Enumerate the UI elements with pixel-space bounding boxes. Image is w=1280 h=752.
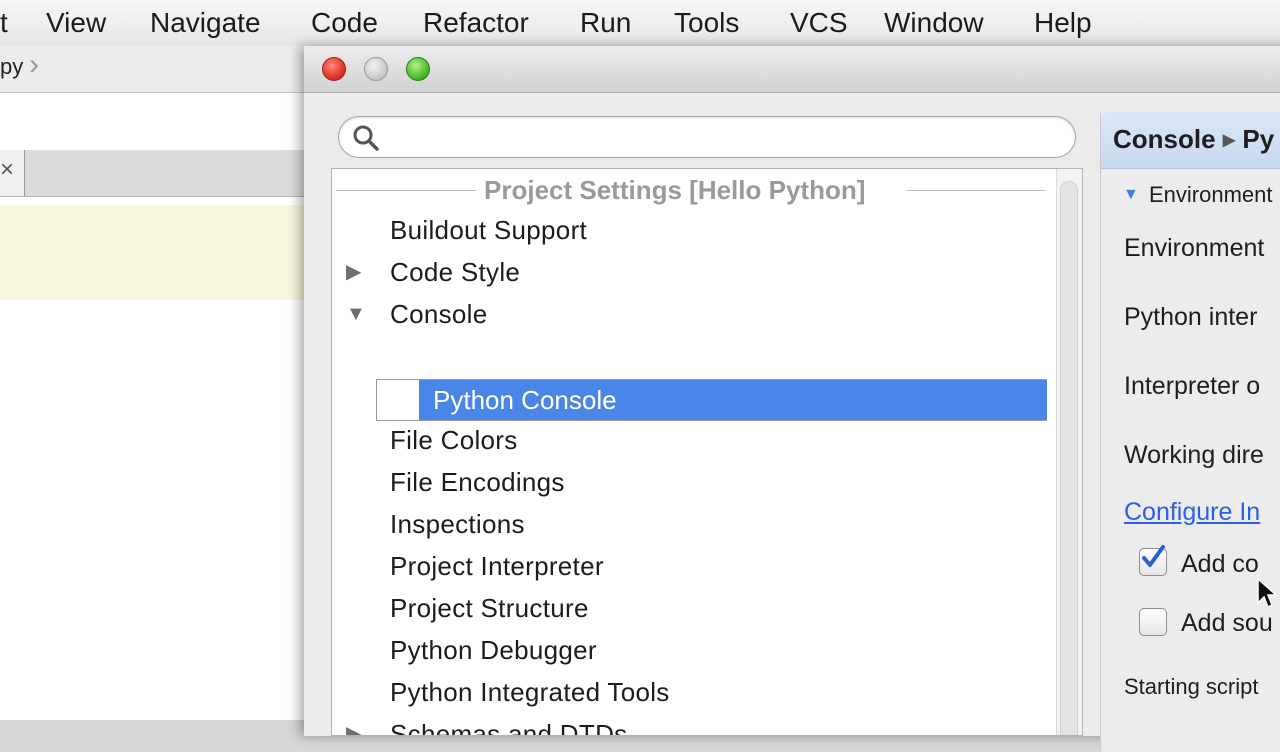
editor-tab[interactable]: × bbox=[0, 150, 25, 196]
menu-tools[interactable]: Tools bbox=[674, 0, 739, 46]
tree-item-buildout-support[interactable]: Buildout Support bbox=[390, 209, 587, 251]
add-content-roots-checkbox[interactable] bbox=[1139, 545, 1167, 576]
menu-bar: t View Navigate Code Refactor Run Tools … bbox=[0, 0, 1280, 47]
tree-group-header: Project Settings [Hello Python] bbox=[332, 175, 1048, 206]
tree-item-project-interpreter[interactable]: Project Interpreter bbox=[390, 545, 604, 587]
collapse-arrow-icon[interactable]: ▼ bbox=[346, 293, 366, 335]
tree-header-label: Project Settings [Hello Python] bbox=[478, 175, 872, 206]
menu-view[interactable]: View bbox=[46, 0, 106, 46]
starting-script-label: Starting script bbox=[1124, 674, 1259, 699]
tree-item-python-console[interactable]: Python Console bbox=[376, 379, 1047, 421]
tree-item-python-integrated-tools[interactable]: Python Integrated Tools bbox=[390, 671, 670, 713]
breadcrumb-chevron-icon: › bbox=[29, 48, 39, 81]
menu-vcs[interactable]: VCS bbox=[790, 0, 848, 46]
breadcrumb-python-console: Py bbox=[1242, 124, 1275, 154]
section-collapse-icon[interactable]: ▼ bbox=[1123, 186, 1139, 204]
settings-content-panel: Console ▶ Py ▼ Environment Environment P… bbox=[1100, 112, 1280, 752]
breadcrumb-file[interactable]: py bbox=[0, 54, 23, 80]
breadcrumb-separator-icon: ▶ bbox=[1222, 132, 1236, 149]
settings-breadcrumb: Console ▶ Py bbox=[1101, 112, 1280, 169]
current-line-highlight bbox=[0, 205, 306, 300]
settings-search[interactable] bbox=[338, 116, 1076, 158]
close-window-button[interactable] bbox=[322, 57, 346, 81]
menu-edit[interactable]: t bbox=[0, 0, 8, 46]
search-input[interactable] bbox=[389, 121, 1063, 155]
tree-item-file-encodings[interactable]: File Encodings bbox=[390, 461, 565, 503]
breadcrumb-console: Console bbox=[1113, 124, 1216, 154]
tree-item-schemas-and-dtds[interactable]: ▶ Schemas and DTDs bbox=[332, 713, 1032, 735]
navigation-bar: py › bbox=[0, 46, 306, 93]
configure-interpreters-link[interactable]: Configure In bbox=[1124, 498, 1260, 527]
tree-item-file-colors[interactable]: File Colors bbox=[390, 419, 518, 461]
menu-window[interactable]: Window bbox=[884, 0, 984, 46]
mouse-cursor-icon bbox=[1257, 577, 1278, 609]
tree-item-python-debugger[interactable]: Python Debugger bbox=[390, 629, 597, 671]
expand-arrow-icon[interactable]: ▶ bbox=[346, 713, 362, 735]
tree-item-code-style[interactable]: ▶ Code Style bbox=[332, 251, 1032, 293]
settings-dialog: Project Settings [Hello Python] Buildout… bbox=[304, 46, 1280, 752]
settings-tree: Project Settings [Hello Python] Buildout… bbox=[331, 168, 1083, 736]
tree-scrollbar-thumb[interactable] bbox=[1060, 181, 1078, 735]
menu-refactor[interactable]: Refactor bbox=[423, 0, 529, 46]
add-content-roots-label[interactable]: Add co bbox=[1181, 550, 1259, 579]
working-directory-label: Working dire bbox=[1124, 441, 1264, 469]
menu-navigate[interactable]: Navigate bbox=[150, 0, 261, 46]
python-interpreter-label: Python inter bbox=[1124, 303, 1258, 331]
tree-item-project-structure[interactable]: Project Structure bbox=[390, 587, 589, 629]
add-source-roots-label[interactable]: Add sou bbox=[1181, 609, 1273, 638]
menu-run[interactable]: Run bbox=[580, 0, 631, 46]
tab-close-icon[interactable]: × bbox=[0, 156, 14, 184]
section-title: Environment bbox=[1149, 182, 1273, 207]
menu-help[interactable]: Help bbox=[1034, 0, 1092, 46]
minimize-window-button[interactable] bbox=[364, 57, 388, 81]
menu-code[interactable]: Code bbox=[311, 0, 378, 46]
tree-item-console[interactable]: ▼ Console bbox=[332, 293, 1032, 335]
tree-item-inspections[interactable]: Inspections bbox=[390, 503, 525, 545]
editor-area[interactable] bbox=[0, 46, 306, 720]
checkmark-icon bbox=[1142, 545, 1165, 567]
search-icon bbox=[353, 125, 379, 151]
add-source-roots-checkbox[interactable] bbox=[1139, 608, 1167, 636]
tree-item-label: Python Console bbox=[433, 385, 617, 415]
dialog-titlebar[interactable] bbox=[304, 46, 1280, 93]
environment-variables-label: Environment bbox=[1124, 234, 1265, 262]
editor-tab-bar: × bbox=[0, 150, 306, 197]
zoom-window-button[interactable] bbox=[406, 57, 430, 81]
expand-arrow-icon[interactable]: ▶ bbox=[346, 251, 362, 293]
interpreter-options-label: Interpreter o bbox=[1124, 372, 1261, 400]
